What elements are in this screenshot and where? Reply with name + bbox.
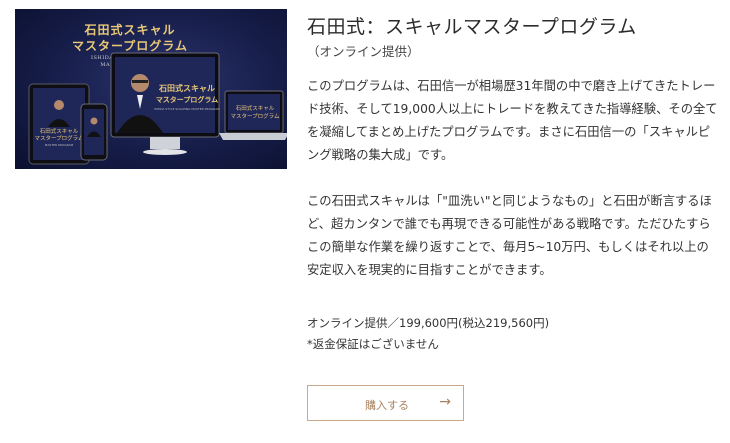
laptop-title-line2: マスタープログラム xyxy=(230,112,280,120)
tablet-title-line1: 石田式スキャル xyxy=(40,127,79,135)
arrow-right-icon: → xyxy=(439,394,451,410)
price-text: オンライン提供／199,600円(税込219,560円) xyxy=(307,316,550,330)
monitor-title-line2: マスタープログラム xyxy=(156,95,218,104)
product-image: 石田式スキャル マスタープログラム ISHIDA STYLE SCALPING … xyxy=(15,9,287,169)
laptop-title-line1: 石田式スキャル xyxy=(236,104,275,112)
tablet-title-line2: マスタープログラム xyxy=(34,134,84,142)
monitor-title-line1: 石田式スキャル xyxy=(158,83,215,93)
product-title: 石田式：スキャルマスタープログラム xyxy=(307,16,637,38)
description-paragraph-1: このプログラムは、石田信一が相場歴31年間の中で磨き上げてきたトレード技術、そし… xyxy=(307,79,718,162)
refund-note: *返金保証はございません xyxy=(307,337,439,351)
buy-button[interactable]: 購入する → xyxy=(307,385,464,421)
device-mockups: 石田式スキャル マスタープログラム MASTER PROGRAM 石田式スキャル… xyxy=(28,52,287,165)
buy-button-label: 購入する xyxy=(365,399,409,412)
monitor-subtitle: ISHIDA STYLE SCALPING MASTER PROGRAM xyxy=(154,107,220,111)
tablet-subtitle: MASTER PROGRAM xyxy=(45,143,74,147)
description-paragraph-2: この石田式スキャルは「"皿洗い"と同じようなもの」と石田が断言するほど、超カンタ… xyxy=(307,194,712,277)
product-subtitle: （オンライン提供） xyxy=(307,44,420,59)
